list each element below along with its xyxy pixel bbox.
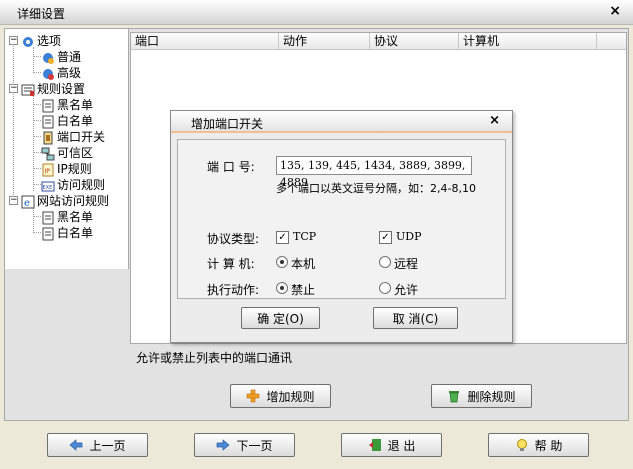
protocol-label: 协议类型: bbox=[207, 232, 260, 246]
delete-rule-button[interactable]: 删除规则 bbox=[431, 384, 532, 408]
window-title: 详细设置 bbox=[17, 7, 66, 21]
tree-item-options[interactable]: 选项 bbox=[21, 33, 61, 49]
cancel-button[interactable]: 取 消(C) bbox=[373, 307, 458, 329]
document-icon bbox=[41, 115, 55, 129]
lightbulb-icon bbox=[515, 438, 529, 452]
add-rule-button[interactable]: 增加规则 bbox=[230, 384, 331, 408]
gear-icon bbox=[21, 35, 35, 49]
window-titlebar: 详细设置 × bbox=[0, 0, 633, 25]
tree-item-access-rules[interactable]: EXE 访问规则 bbox=[41, 177, 105, 193]
exit-door-icon bbox=[368, 438, 382, 452]
rules-icon bbox=[21, 83, 35, 97]
description-text: 允许或禁止列表中的端口通讯 bbox=[136, 351, 293, 365]
svg-text:e: e bbox=[24, 198, 30, 209]
port-input[interactable]: 135, 139, 445, 1434, 3889, 3899, 4889 bbox=[276, 156, 472, 189]
action-label: 执行动作: bbox=[207, 283, 260, 297]
collapse-icon[interactable]: − bbox=[9, 36, 18, 45]
tree-item-port-switch[interactable]: 端口开关 bbox=[41, 129, 105, 145]
column-header-action[interactable]: 动作 bbox=[279, 33, 370, 50]
tree-item-blacklist[interactable]: 黑名单 bbox=[41, 97, 93, 113]
udp-label: UDP bbox=[396, 230, 422, 243]
port-label: 端 口 号: bbox=[207, 160, 255, 174]
arrow-left-icon bbox=[69, 438, 83, 452]
tree-item-trusted[interactable]: 可信区 bbox=[41, 145, 93, 161]
column-header-computer[interactable]: 计算机 bbox=[459, 33, 597, 50]
column-header-protocol[interactable]: 协议 bbox=[370, 33, 459, 50]
internet-explorer-icon: e bbox=[21, 195, 35, 209]
collapse-icon[interactable]: − bbox=[9, 196, 18, 205]
svg-text:EXE: EXE bbox=[43, 185, 53, 191]
tree-item-advanced[interactable]: 高级 bbox=[41, 65, 81, 81]
tree-item-web-blacklist[interactable]: 黑名单 bbox=[41, 209, 93, 225]
gear-green-icon bbox=[41, 51, 55, 65]
deny-radio[interactable] bbox=[276, 282, 288, 294]
settings-tree: − 选项 普通 高级 − 规则设置 黑名单 白名单 端口开关 可信区 IP IP… bbox=[5, 29, 129, 269]
tree-item-web-rules[interactable]: e 网站访问规则 bbox=[21, 193, 109, 209]
prev-page-button[interactable]: 上一页 bbox=[47, 433, 148, 457]
deny-label: 禁止 bbox=[291, 283, 316, 297]
help-button[interactable]: 帮 助 bbox=[488, 433, 589, 457]
udp-checkbox[interactable]: ✓ bbox=[379, 231, 392, 244]
local-radio[interactable] bbox=[276, 256, 288, 268]
document-icon bbox=[41, 227, 55, 241]
add-port-dialog: 增加端口开关 × 端 口 号: 135, 139, 445, 1434, 388… bbox=[170, 110, 513, 343]
tree-item-whitelist[interactable]: 白名单 bbox=[41, 113, 93, 129]
allow-label: 允许 bbox=[394, 283, 419, 297]
column-header-filler bbox=[597, 33, 626, 50]
document-icon bbox=[41, 211, 55, 225]
plus-icon bbox=[246, 389, 260, 403]
computer-label: 计 算 机: bbox=[207, 257, 255, 271]
column-header-port[interactable]: 端口 bbox=[131, 33, 279, 50]
close-icon[interactable]: × bbox=[609, 3, 621, 19]
exe-icon: EXE bbox=[41, 179, 55, 193]
tcp-checkbox[interactable]: ✓ bbox=[276, 231, 289, 244]
tree-item-rules[interactable]: 规则设置 bbox=[21, 81, 85, 97]
remote-radio[interactable] bbox=[379, 256, 391, 268]
remote-label: 远程 bbox=[394, 257, 419, 271]
gear-red-icon bbox=[41, 67, 55, 81]
ok-button[interactable]: 确 定(O) bbox=[241, 307, 320, 329]
allow-radio[interactable] bbox=[379, 282, 391, 294]
svg-text:IP: IP bbox=[45, 168, 51, 175]
document-icon bbox=[41, 99, 55, 113]
network-icon bbox=[41, 147, 55, 161]
dialog-body: 端 口 号: 135, 139, 445, 1434, 3889, 3899, … bbox=[177, 139, 506, 299]
tree-item-ip-rules[interactable]: IP IP规则 bbox=[41, 161, 92, 177]
tcp-label: TCP bbox=[293, 230, 317, 243]
next-page-button[interactable]: 下一页 bbox=[194, 433, 295, 457]
tree-item-web-whitelist[interactable]: 白名单 bbox=[41, 225, 93, 241]
local-label: 本机 bbox=[291, 257, 316, 271]
tree-item-normal[interactable]: 普通 bbox=[41, 49, 81, 65]
exit-button[interactable]: 退 出 bbox=[341, 433, 442, 457]
collapse-icon[interactable]: − bbox=[9, 84, 18, 93]
ip-document-icon: IP bbox=[41, 163, 55, 177]
close-icon[interactable]: × bbox=[489, 113, 500, 128]
trash-icon bbox=[447, 389, 461, 403]
dialog-titlebar: 增加端口开关 × bbox=[171, 111, 512, 133]
arrow-right-icon bbox=[216, 438, 231, 452]
port-hint: 多个端口以英文逗号分隔，如：2,4-8,10 bbox=[276, 182, 476, 195]
dialog-title: 增加端口开关 bbox=[191, 117, 264, 131]
port-icon bbox=[41, 131, 55, 145]
